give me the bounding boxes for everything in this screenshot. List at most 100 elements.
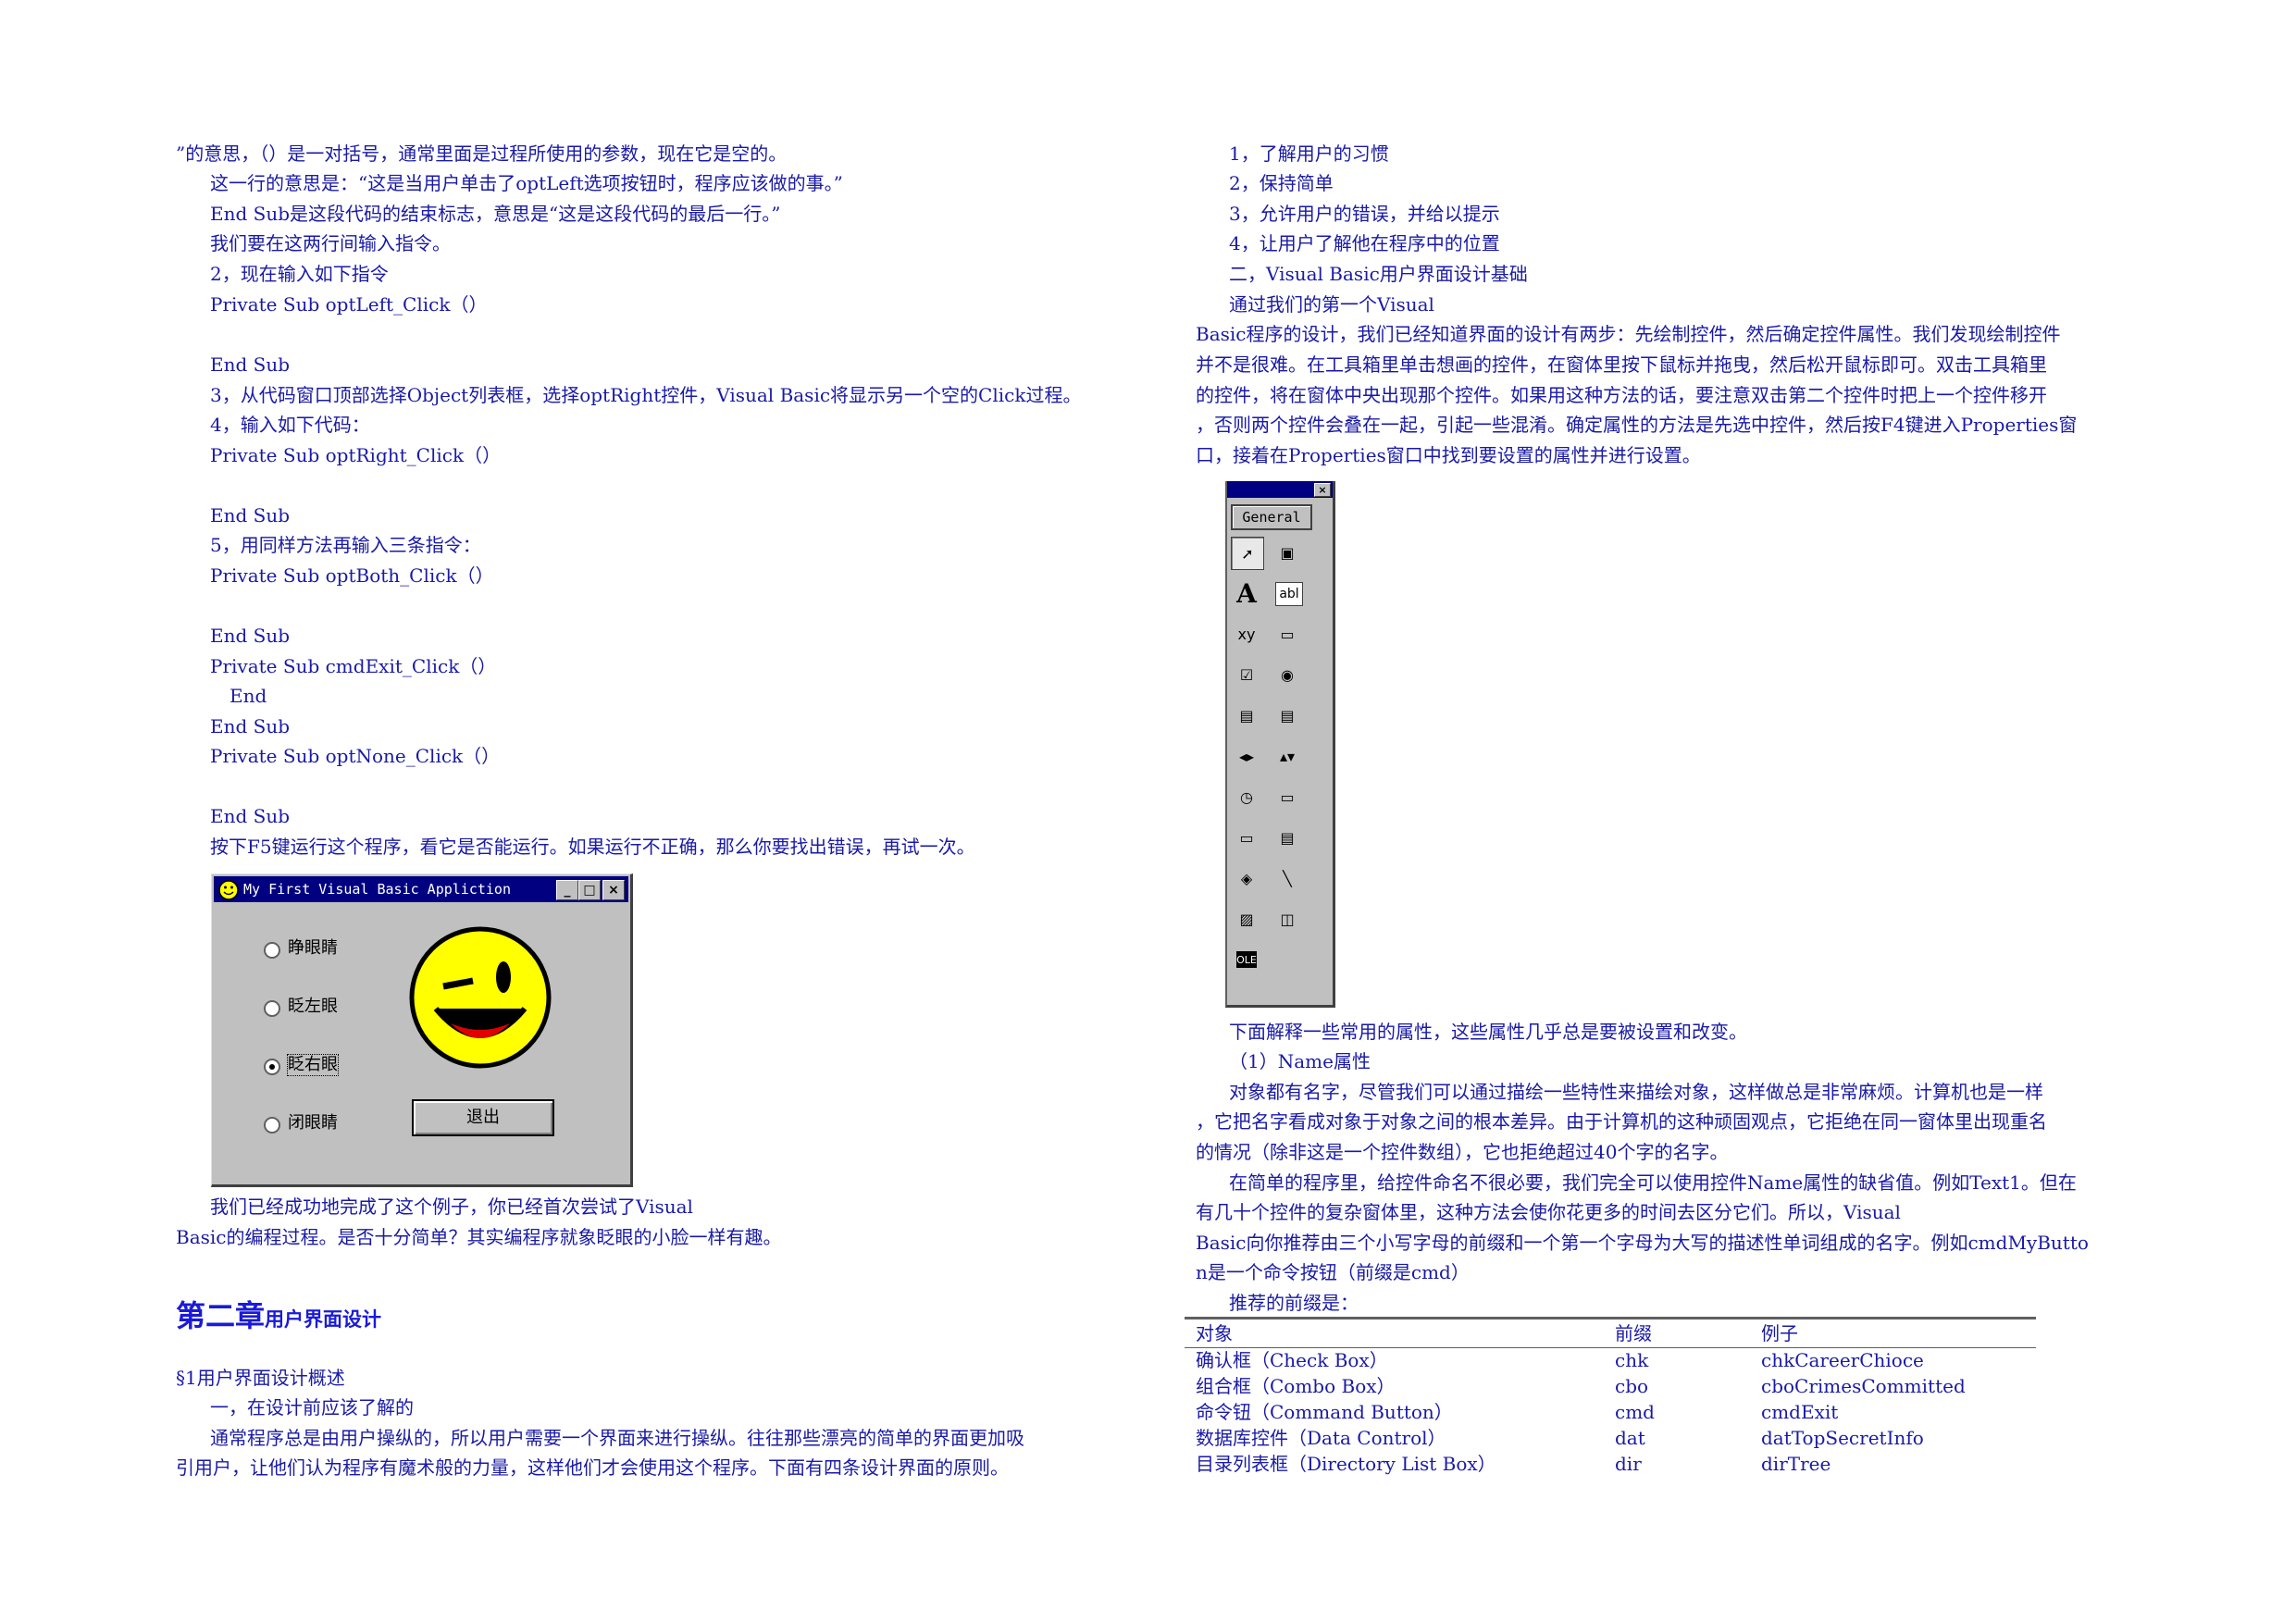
text-line: 这一行的意思是：“这是当用户单击了optLeft选项按钮时，程序应该做的事。” (210, 172, 843, 194)
text-line: 我们已经成功地完成了这个例子，你已经首次尝试了Visual (210, 1196, 693, 1218)
toolbox-title-bar: × (1227, 481, 1333, 498)
table-cell: dirTree (1761, 1453, 1831, 1475)
text-line: 口，接着在Properties窗口中找到要设置的属性并进行设置。 (1196, 444, 1701, 466)
chapter-title: 第二章用户界面设计 (176, 1293, 381, 1335)
text-line: ，否则两个控件会叠在一起，引起一些混淆。确定属性的方法是先选中控件，然后按F4键… (1196, 414, 2078, 436)
text-line: 3，从代码窗口顶部选择Object列表框，选择optRight控件，Visual… (210, 384, 1082, 406)
ole-icon[interactable]: OLE (1236, 951, 1257, 968)
text-line: 对象都有名字，尽管我们可以通过描绘一些特性来描绘对象，这样做总是非常麻烦。计算机… (1229, 1081, 2043, 1103)
text-line: 按下F5键运行这个程序，看它是否能运行。如果运行不正确，那么你要找出错误，再试一… (210, 836, 975, 858)
text-line: 的控件，将在窗体中央出现那个控件。如果用这种方法的话，要注意双击第二个控件时把上… (1196, 384, 2047, 406)
text-line: Basic向你推荐由三个小写字母的前缀和一个第一个字母为大写的描述性单词组成的名… (1196, 1232, 2089, 1254)
shape-icon[interactable]: ◈ (1231, 862, 1262, 894)
combobox-icon[interactable]: ▤ (1231, 700, 1262, 731)
dirlistbox-icon[interactable]: ▭ (1231, 822, 1262, 853)
label-icon[interactable]: A (1231, 577, 1262, 609)
radio-label: 眨左眼 (288, 997, 338, 1016)
text-line: 并不是很难。在工具箱里单击想画的控件，在窗体里按下鼠标并拖曳，然后松开鼠标即可。… (1196, 353, 2047, 376)
table-header: 前缀 (1615, 1322, 1652, 1344)
section-title: §1用户界面设计概述 (176, 1367, 345, 1389)
window-title-bar: My First Visual Basic Appliction _ □ × (214, 876, 628, 902)
text-line: 5，用同样方法再输入三条指令： (210, 534, 481, 556)
code-line: End Sub (210, 805, 291, 827)
text-line: 的情况（除非这是一个控件数组），它也拒绝超过40个字的名字。 (1196, 1141, 1729, 1163)
code-line: Private Sub optRight_Click（） (210, 444, 502, 466)
radio-wink-right[interactable] (264, 1059, 280, 1075)
text-line: 1，了解用户的习惯 (1229, 142, 1389, 165)
text-line: 在简单的程序里，给控件命名不很必要，我们完全可以使用控件Name属性的缺省值。例… (1229, 1171, 2077, 1194)
window-title: My First Visual Basic Appliction (243, 881, 511, 898)
code-line: Private Sub optLeft_Click（） (210, 293, 488, 316)
text-line: 通常程序总是由用户操纵的，所以用户需要一个界面来进行操纵。往往那些漂亮的简单的界… (210, 1427, 1024, 1449)
code-line: Private Sub optBoth_Click（） (210, 564, 494, 587)
drivelistbox-icon[interactable]: ▭ (1272, 781, 1303, 812)
text-line: 下面解释一些常用的属性，这些属性几乎总是要被设置和改变。 (1229, 1021, 1747, 1043)
text-line: 我们要在这两行间输入指令。 (210, 232, 451, 254)
radio-close-eyes[interactable] (264, 1117, 280, 1134)
line-icon[interactable]: ╲ (1272, 862, 1303, 894)
toolbox-close-button[interactable]: × (1314, 483, 1331, 497)
frame-icon[interactable]: xy (1231, 618, 1262, 650)
table-header-rule (1185, 1347, 2036, 1348)
listbox-icon[interactable]: ▤ (1272, 700, 1303, 731)
text-line: 通过我们的第一个Visual (1229, 293, 1434, 316)
exit-button[interactable]: 退出 (412, 1099, 554, 1136)
toolbox-general-tab[interactable]: General (1231, 504, 1312, 530)
commandbutton-icon[interactable]: ▭ (1272, 618, 1303, 650)
chapter-name: 用户界面设计 (265, 1308, 382, 1331)
text-line: 4，输入如下代码： (210, 414, 370, 436)
table-cell: cmd (1615, 1401, 1655, 1423)
code-line: Private Sub cmdExit_Click（） (210, 655, 497, 677)
text-line: 2，现在输入如下指令 (210, 263, 389, 285)
data-icon[interactable]: ◫ (1272, 903, 1303, 935)
close-button[interactable]: × (602, 880, 625, 900)
table-cell: dir (1615, 1453, 1642, 1475)
vscrollbar-icon[interactable]: ▴▾ (1272, 740, 1303, 772)
text-line: Basic程序的设计，我们已经知道界面的设计有两步：先绘制控件，然后确定控件属性… (1196, 323, 2061, 345)
table-cell: 组合框（Combo Box） (1196, 1375, 1396, 1397)
table-cell: cmdExit (1761, 1401, 1839, 1423)
table-cell: 数据库控件（Data Control） (1196, 1427, 1446, 1449)
maximize-button[interactable]: □ (578, 880, 601, 900)
table-cell: 目录列表框（Directory List Box） (1196, 1453, 1496, 1475)
table-header: 对象 (1196, 1322, 1233, 1344)
radio-selected-dot (269, 1064, 275, 1070)
optionbutton-icon[interactable]: ◉ (1272, 659, 1303, 690)
radio-open-eyes[interactable] (264, 942, 280, 959)
text-line: n是一个命令按钮（前缀是cmd） (1196, 1261, 1470, 1283)
radio-label: 闭眼睛 (288, 1113, 338, 1133)
text-line: 推荐的前缀是： (1229, 1292, 1359, 1314)
code-line: End Sub (210, 353, 291, 376)
code-line: End Sub (210, 504, 291, 527)
picturebox-icon[interactable]: ▣ (1272, 537, 1303, 568)
textbox-icon[interactable]: abl (1275, 582, 1303, 606)
table-cell: 确认框（Check Box） (1196, 1349, 1388, 1371)
image-icon[interactable]: ▨ (1231, 903, 1262, 935)
minimize-button[interactable]: _ (556, 880, 578, 900)
table-header: 例子 (1761, 1322, 1798, 1344)
radio-label: 睁眼睛 (288, 938, 338, 958)
text-line: 2，保持简单 (1229, 172, 1334, 194)
text-line: ，它把名字看成对象于对象之间的根本差异。由于计算机的这种顽固观点，它拒绝在同一窗… (1196, 1110, 2047, 1133)
text-line: 有几十个控件的复杂窗体里，这种方法会使你花更多的时间去区分它们。所以，Visua… (1196, 1201, 1901, 1223)
winking-smiley-image (409, 926, 552, 1069)
table-cell: cboCrimesCommitted (1761, 1375, 1966, 1397)
text-line: Basic的编程过程。是否十分简单？其实编程序就象眨眼的小脸一样有趣。 (176, 1226, 782, 1248)
code-line: Private Sub optNone_Click（） (210, 745, 501, 767)
text-line: 4，让用户了解他在程序中的位置 (1229, 232, 1500, 254)
timer-icon[interactable]: ◷ (1231, 781, 1262, 812)
chapter-number: 第二章 (176, 1298, 266, 1333)
code-line: End Sub (210, 625, 291, 647)
text-line: ”的意思，（）是一对括号，通常里面是过程所使用的参数，现在它是空的。 (176, 142, 788, 165)
smiley-app-icon (218, 880, 239, 900)
table-cell: cbo (1615, 1375, 1649, 1397)
hscrollbar-icon[interactable]: ◂▸ (1231, 740, 1262, 772)
table-cell: datTopSecretInfo (1761, 1427, 1924, 1449)
checkbox-icon[interactable]: ☑ (1231, 659, 1262, 690)
pointer-icon[interactable]: ➚ (1231, 537, 1264, 570)
filelistbox-icon[interactable]: ▤ (1272, 822, 1303, 853)
text-line: End Sub是这段代码的结束标志，意思是“这是这段代码的最后一行。” (210, 203, 781, 225)
text-line: （1）Name属性 (1229, 1050, 1371, 1072)
text-line: 引用户，让他们认为程序有魔术般的力量，这样他们才会使用这个程序。下面有四条设计界… (176, 1456, 1009, 1479)
radio-wink-left[interactable] (264, 1000, 280, 1017)
